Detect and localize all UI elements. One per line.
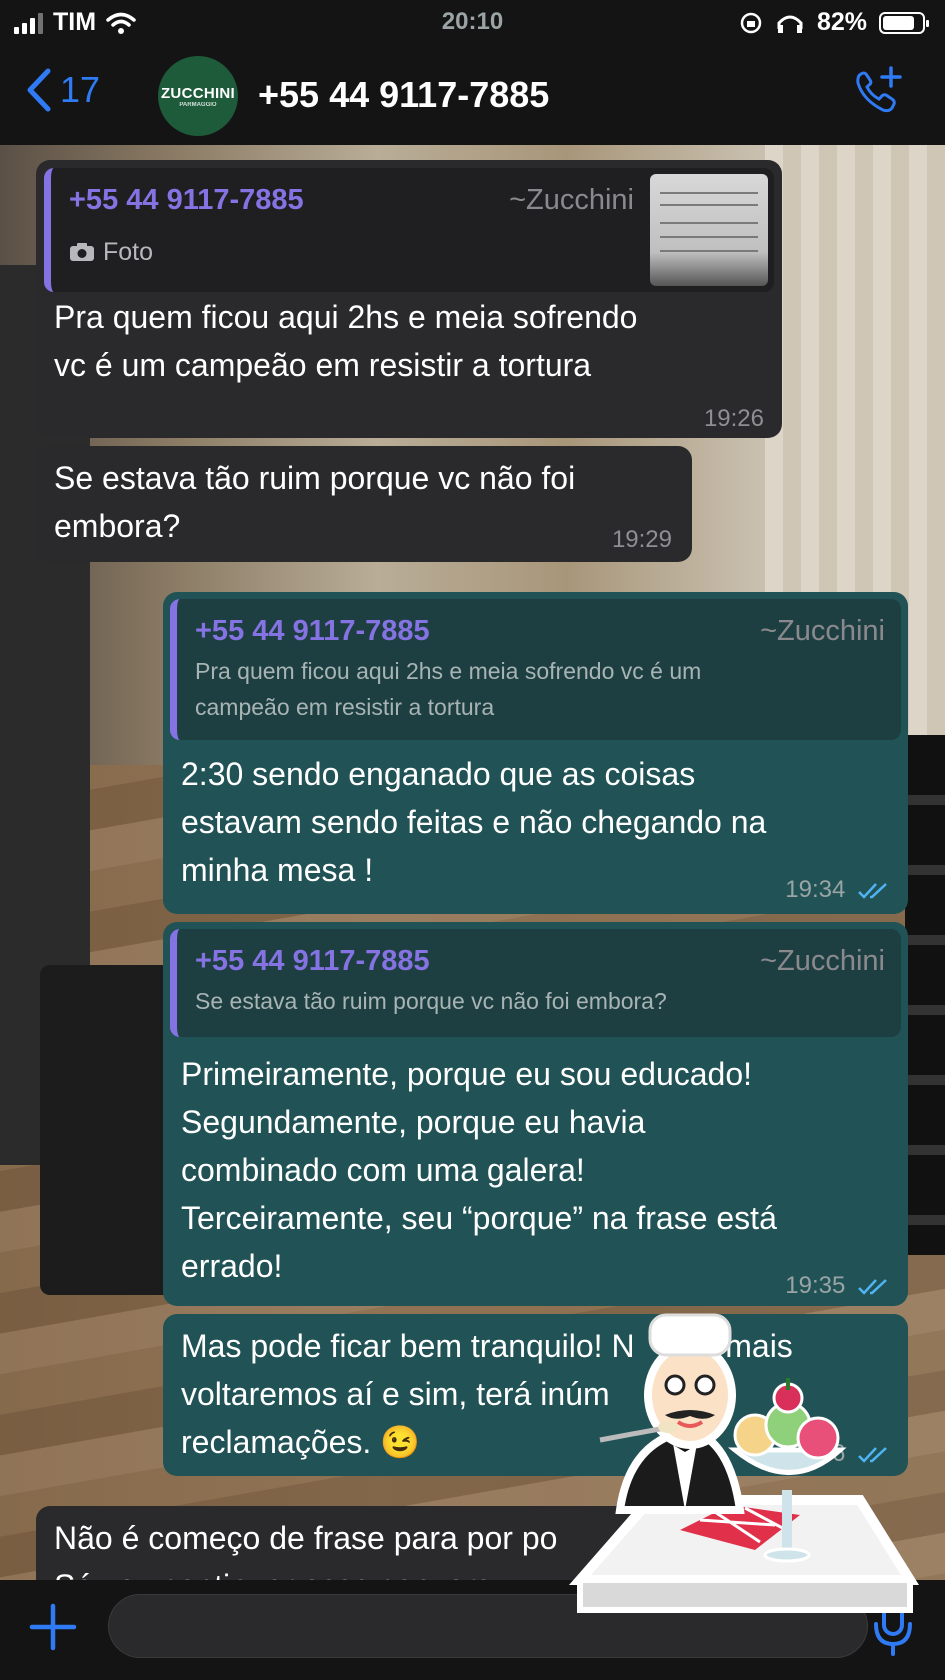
chevron-left-icon [27, 68, 51, 112]
message-line: estavam sendo feitas e não chegando na [181, 804, 767, 840]
status-right: 82% [739, 8, 929, 37]
message-outgoing[interactable]: +55 44 9117-7885 ~Zucchini Se estava tão… [163, 922, 908, 1306]
message-line: 2:30 sendo enganado que as coisas [181, 756, 696, 792]
wallpaper-plates [905, 735, 945, 1255]
read-receipt-icon [858, 882, 887, 899]
quote-line: Pra quem ficou aqui 2hs e meia sofrendo … [195, 658, 702, 684]
message-time: 19:26 [703, 405, 764, 432]
headphones-icon [777, 15, 803, 33]
quote-alias: ~Zucchini [509, 184, 634, 216]
avatar[interactable]: ZUCCHINI PARMAGGIO [158, 56, 238, 136]
message-line: vc é um campeão em resistir a tortura [54, 347, 592, 383]
avatar-logo-sub: PARMAGGIO [179, 101, 217, 108]
message-incoming[interactable]: +55 44 9117-7885 ~Zucchini Foto Pra quem… [36, 160, 782, 438]
quoted-message[interactable]: +55 44 9117-7885 ~Zucchini Foto [44, 168, 774, 292]
quote-alias: ~Zucchini [760, 945, 885, 977]
quoted-message[interactable]: +55 44 9117-7885 ~Zucchini Se estava tão… [170, 929, 901, 1037]
plus-icon[interactable] [28, 1602, 78, 1652]
battery-fill [883, 15, 914, 30]
chat-header: 17 ZUCCHINI PARMAGGIO +55 44 9117-7885 [0, 48, 945, 145]
read-receipt-icon [858, 1278, 887, 1295]
message-incoming[interactable]: Se estava tão ruim porque vc não foi emb… [36, 446, 692, 562]
quote-line: Se estava tão ruim porque vc não foi emb… [195, 988, 667, 1014]
quote-alias: ~Zucchini [760, 615, 885, 647]
message-line: Pra quem ficou aqui 2hs e meia sofrendo [54, 299, 638, 335]
add-call-icon[interactable] [851, 66, 905, 120]
message-outgoing[interactable]: +55 44 9117-7885 ~Zucchini Pra quem fico… [163, 592, 908, 914]
message-line: Se estava tão ruim porque vc não foi [54, 460, 576, 496]
message-text: Pra quem ficou aqui 2hs e meia sofrendo … [54, 293, 766, 389]
message-time: 19:34 [785, 866, 890, 914]
chef-ice-cream-sticker [568, 1313, 920, 1613]
quoted-message[interactable]: +55 44 9117-7885 ~Zucchini Pra quem fico… [170, 599, 901, 740]
quote-text: Pra quem ficou aqui 2hs e meia sofrendo … [195, 653, 885, 725]
message-time-label: 19:35 [785, 1272, 846, 1299]
message-line: Primeiramente, porque eu sou educado! [181, 1056, 753, 1092]
contact-name[interactable]: +55 44 9117-7885 [258, 74, 549, 116]
quote-type-label: Foto [103, 238, 154, 266]
message-line: Segundamente, porque eu havia [181, 1104, 646, 1140]
message-line: combinado com uma galera! [181, 1152, 585, 1188]
wallpaper-bench [40, 965, 180, 1295]
avatar-logo-text: ZUCCHINI [160, 84, 236, 102]
status-bar: TIM 20:10 82% [0, 0, 945, 48]
message-time-label: 19:34 [785, 876, 846, 903]
message-time: 19:29 [611, 526, 672, 553]
message-time: 19:35 [785, 1262, 890, 1310]
quote-thumbnail [650, 174, 768, 286]
camera-icon [70, 243, 94, 261]
message-line: embora? [54, 508, 181, 544]
unread-count: 17 [60, 69, 101, 110]
message-text: Primeiramente, porque eu sou educado! Se… [181, 1050, 892, 1290]
message-text: Se estava tão ruim porque vc não foi emb… [54, 454, 676, 550]
orientation-lock-icon [740, 12, 762, 33]
quote-text: Se estava tão ruim porque vc não foi emb… [195, 983, 885, 1019]
quote-line: campeão em resistir a tortura [195, 694, 495, 720]
message-line: Terceiramente, seu “porque” na frase est… [181, 1200, 777, 1236]
back-button[interactable]: 17 [26, 68, 100, 112]
battery-icon [879, 11, 929, 34]
battery-percent: 82% [816, 8, 867, 36]
